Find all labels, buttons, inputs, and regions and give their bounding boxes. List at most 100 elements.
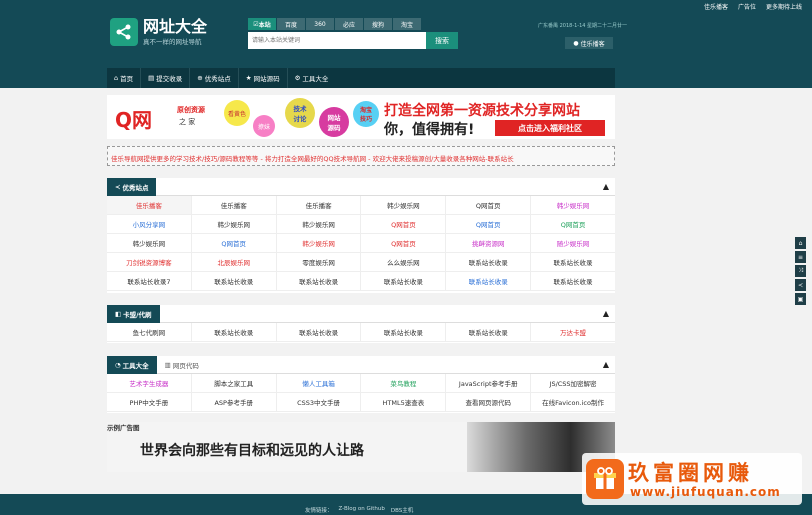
clock-icon: ◔: [115, 360, 121, 369]
site-link[interactable]: Q网首页: [531, 215, 615, 233]
site-link[interactable]: 么么娱乐网: [361, 253, 447, 271]
list-icon[interactable]: ≡: [795, 251, 806, 263]
tab-tools[interactable]: ◔ 工具大全: [107, 355, 157, 374]
main-nav: ⌂ 首页 ▤ 提交收录 ⊕ 优秀站点 ★ 网站源码 ⚙ 工具大全: [107, 68, 615, 88]
site-link[interactable]: 联系站长收录: [277, 323, 362, 341]
table-row: 小风分享网 韩少娱乐网 韩少娱乐网 Q网首页 Q网首页 Q网首页: [107, 215, 615, 234]
nav-home[interactable]: ⌂ 首页: [107, 68, 142, 88]
search-button[interactable]: 搜索: [426, 32, 458, 49]
site-link[interactable]: 联系站长收录: [446, 323, 532, 341]
banner-cta-button[interactable]: 点击进入福利社区: [495, 120, 605, 136]
site-link[interactable]: 刀剑锐资源博客: [107, 253, 192, 271]
site-link[interactable]: 随少娱乐网: [531, 234, 615, 252]
top-link-2[interactable]: 更多期待上线: [766, 2, 802, 11]
banner-logo-sub2: 之 家: [179, 118, 196, 126]
site-link[interactable]: 佳乐播客: [107, 196, 192, 214]
site-link[interactable]: 联系站长收录: [192, 272, 277, 290]
engine-tab-site[interactable]: ☑ 本站: [248, 18, 277, 30]
bookmark-icon[interactable]: ▣: [795, 293, 806, 305]
nav-featured[interactable]: ⊕ 优秀站点: [190, 68, 239, 88]
submit-icon: ▤: [148, 74, 155, 82]
engine-tab-taobao[interactable]: 淘宝: [393, 18, 422, 30]
tool-link[interactable]: 脚本之家工具: [192, 374, 277, 392]
friend-link[interactable]: DBS主机: [391, 506, 413, 514]
collapse-caret-icon[interactable]: ▲: [603, 182, 609, 191]
site-link[interactable]: 韩少娱乐网: [192, 215, 277, 233]
site-link[interactable]: 零度娱乐网: [277, 253, 362, 271]
site-link[interactable]: 万达卡盟: [531, 323, 615, 341]
tool-link[interactable]: 艺术字生成器: [107, 374, 192, 392]
site-link[interactable]: 联系站长收录7: [107, 272, 192, 290]
site-link[interactable]: 佳乐播客: [277, 196, 362, 214]
nav-tools[interactable]: ⚙ 工具大全: [288, 68, 336, 88]
friend-links: 友情链接： Z-Blog on Github DBS主机: [305, 506, 413, 514]
tool-link[interactable]: JS/CSS加密解密: [531, 374, 615, 392]
site-logo[interactable]: 网址大全 真不一样的网址导航: [110, 18, 207, 46]
panel-tools: ◔ 工具大全 ▥ 网页代码 ▲ 艺术字生成器 脚本之家工具 懒人工具箱 菜鸟教程 J…: [107, 355, 615, 413]
site-link[interactable]: 联系站长收录: [277, 272, 362, 290]
collapse-caret-icon[interactable]: ▲: [603, 360, 609, 369]
site-tag-button[interactable]: ● 佳乐播客: [565, 37, 613, 49]
home-icon[interactable]: ⌂: [795, 237, 806, 249]
side-toolbar: ⌂ ≡ ⤨ ≺ ▣: [795, 237, 806, 307]
site-link[interactable]: Q网首页: [446, 215, 532, 233]
tool-link[interactable]: 懒人工具箱: [277, 374, 362, 392]
top-link-1[interactable]: 广告位: [738, 2, 756, 11]
site-link[interactable]: 联系站长收录: [361, 323, 447, 341]
engine-tab-360[interactable]: 360: [306, 18, 335, 30]
site-link[interactable]: 联系站长收录: [446, 253, 532, 271]
site-link[interactable]: Q网首页: [192, 234, 277, 252]
site-link[interactable]: 挑衅资源网: [446, 234, 532, 252]
tool-link[interactable]: CSS3中文手册: [277, 393, 362, 411]
shuffle-icon[interactable]: ⤨: [795, 265, 806, 277]
engine-tab-sogou[interactable]: 搜狗: [364, 18, 393, 30]
table-row: PHP中文手册 ASP参考手册 CSS3中文手册 HTML5速查表 查看网页源代…: [107, 393, 615, 412]
site-link[interactable]: 韩少娱乐网: [107, 234, 192, 252]
tool-link[interactable]: ASP参考手册: [192, 393, 277, 411]
tool-link[interactable]: JavaScript参考手册: [446, 374, 532, 392]
site-link[interactable]: 小风分享网: [107, 215, 192, 233]
promo-banner[interactable]: Q网 原创资源 之 家 看黄色 撩妹 技术 讨论 网站 源码 淘宝 技巧 打造全…: [107, 95, 615, 139]
site-link[interactable]: Q网首页: [446, 196, 532, 214]
notice-bar: 佳乐导航网提供更多的学习技术/技巧/源码教程等等 - 将力打造全网最好的QQ技术…: [107, 146, 615, 166]
panel-header: ◔ 工具大全 ▥ 网页代码 ▲: [107, 355, 615, 374]
engine-tab-bing[interactable]: 必应: [335, 18, 364, 30]
tool-link[interactable]: 菜鸟教程: [361, 374, 447, 392]
tab-web-code[interactable]: ▥ 网页代码: [157, 360, 199, 370]
site-link[interactable]: 韩少娱乐网: [277, 215, 362, 233]
site-link[interactable]: 北辰娱乐网: [192, 253, 277, 271]
tab-featured-sites[interactable]: ≺ 优秀站点: [107, 177, 157, 196]
site-link[interactable]: Q网首页: [361, 215, 447, 233]
tool-link[interactable]: PHP中文手册: [107, 393, 192, 411]
site-link[interactable]: 联系站长收录: [531, 253, 615, 271]
tool-link[interactable]: 在线Favicon.ico制作: [531, 393, 615, 411]
site-link[interactable]: 鱼七代刷网: [107, 323, 192, 341]
tool-link[interactable]: HTML5速查表: [361, 393, 447, 411]
site-link[interactable]: 联系站长收录: [361, 272, 447, 290]
banner-logo: Q网: [115, 104, 152, 133]
site-link[interactable]: 韩少娱乐网: [531, 196, 615, 214]
nav-submit[interactable]: ▤ 提交收录: [141, 68, 191, 88]
engine-tab-baidu[interactable]: 百度: [277, 18, 306, 30]
site-link[interactable]: 联系站长收录: [192, 323, 277, 341]
friend-link[interactable]: Z-Blog on Github: [339, 506, 385, 514]
site-link[interactable]: Q网首页: [361, 234, 447, 252]
watermark-title: 玖富圈网赚: [628, 461, 753, 485]
site-link[interactable]: 联系站长收录: [531, 272, 615, 290]
tab-card-sites[interactable]: ◧ 卡盟/代刷: [107, 304, 160, 323]
site-link[interactable]: 韩少娱乐网: [361, 196, 447, 214]
collapse-caret-icon[interactable]: ▲: [603, 309, 609, 318]
share-icon[interactable]: ≺: [795, 279, 806, 291]
site-link[interactable]: 韩少娱乐网: [277, 234, 362, 252]
nav-source[interactable]: ★ 网站源码: [239, 68, 288, 88]
search-area: ☑本站 百度 360 必应 搜狗 淘宝 搜索: [248, 18, 458, 49]
site-link[interactable]: 佳乐播客: [192, 196, 277, 214]
banner-bubble-1: 撩妹: [253, 115, 275, 137]
search-input[interactable]: [248, 32, 426, 49]
site-link[interactable]: 联系站长收录: [446, 272, 532, 290]
info-icon: ●: [573, 39, 579, 47]
tool-link[interactable]: 查看网页源代码: [446, 393, 532, 411]
ad-banner[interactable]: 示例广告图 世界会向那些有目标和远见的人让路: [107, 422, 615, 472]
top-link-0[interactable]: 佳乐播客: [704, 2, 728, 11]
date-weather: 广东番禺 2018-1-14 星期二十二月廿一: [538, 23, 628, 29]
